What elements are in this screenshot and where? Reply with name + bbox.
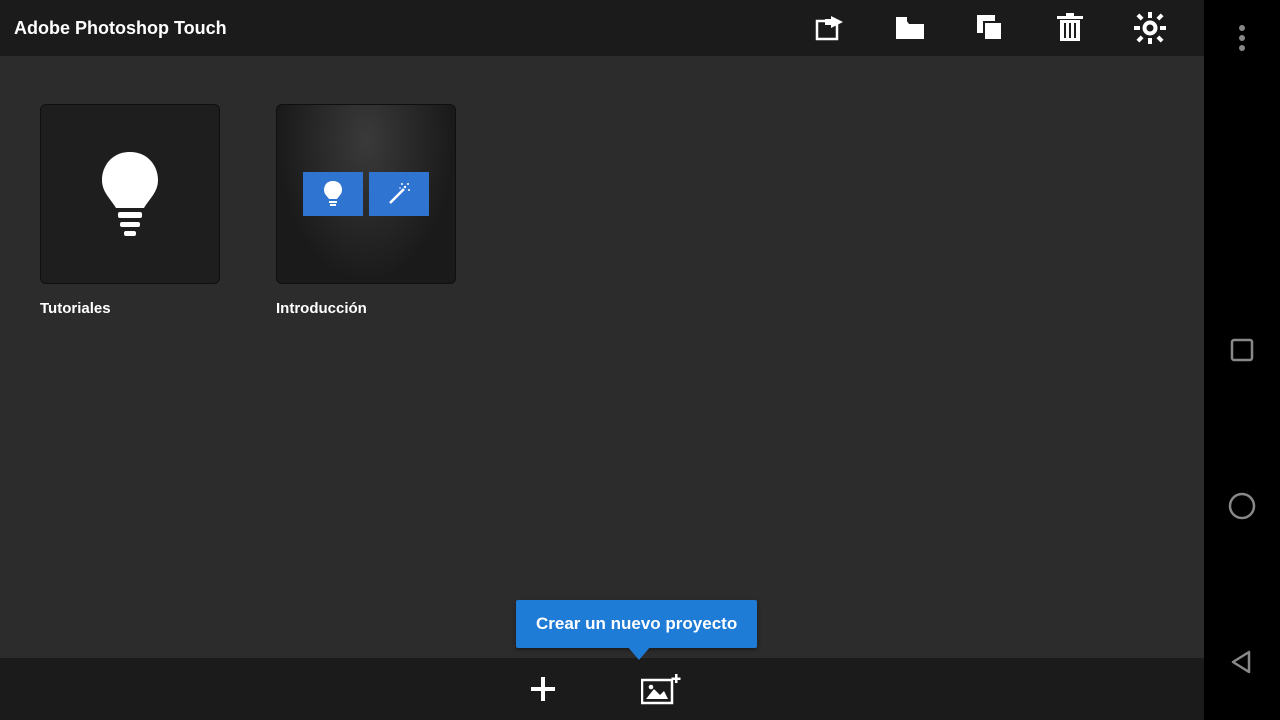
project-grid: Tutoriales <box>0 56 1204 658</box>
tile-introduction[interactable]: Introducción <box>276 104 456 317</box>
app-title: Adobe Photoshop Touch <box>14 18 227 39</box>
tile-introduction-label: Introducción <box>276 300 456 317</box>
back-icon <box>1229 649 1255 675</box>
overflow-menu-button[interactable] <box>1224 20 1260 56</box>
plus-icon <box>528 674 558 704</box>
share-icon <box>815 14 845 42</box>
tile-introduction-thumb <box>276 104 456 284</box>
copy-button[interactable] <box>950 0 1030 56</box>
share-button[interactable] <box>790 0 870 56</box>
app-frame: Adobe Photoshop Touch <box>0 0 1204 720</box>
home-icon <box>1227 491 1257 521</box>
android-navbar <box>1204 0 1280 720</box>
android-nav-group <box>1224 332 1260 680</box>
recents-button[interactable] <box>1224 332 1260 368</box>
back-button[interactable] <box>1224 644 1260 680</box>
add-button[interactable] <box>519 665 567 713</box>
wand-icon <box>386 181 412 207</box>
settings-button[interactable] <box>1110 0 1190 56</box>
recents-icon <box>1229 337 1255 363</box>
home-button[interactable] <box>1224 488 1260 524</box>
tile-tutorials-thumb <box>40 104 220 284</box>
top-toolbar: Adobe Photoshop Touch <box>0 0 1204 56</box>
bottom-toolbar <box>0 658 1204 720</box>
tile-tutorials[interactable]: Tutoriales <box>40 104 220 317</box>
copy-icon <box>975 13 1005 43</box>
intro-thumb-lightbulb <box>303 172 363 216</box>
folder-icon <box>895 15 925 41</box>
image-add-icon <box>641 673 681 705</box>
new-project-tooltip: Crear un nuevo proyecto <box>516 600 757 648</box>
overflow-menu-icon <box>1238 24 1246 52</box>
intro-thumb-pair <box>303 172 429 216</box>
lightbulb-icon <box>98 146 162 242</box>
folder-button[interactable] <box>870 0 950 56</box>
lightbulb-icon <box>323 180 343 208</box>
trash-icon <box>1057 13 1083 43</box>
new-image-button[interactable] <box>637 665 685 713</box>
trash-button[interactable] <box>1030 0 1110 56</box>
intro-thumb-wand <box>369 172 429 216</box>
gear-icon <box>1134 12 1166 44</box>
tile-tutorials-label: Tutoriales <box>40 300 220 317</box>
